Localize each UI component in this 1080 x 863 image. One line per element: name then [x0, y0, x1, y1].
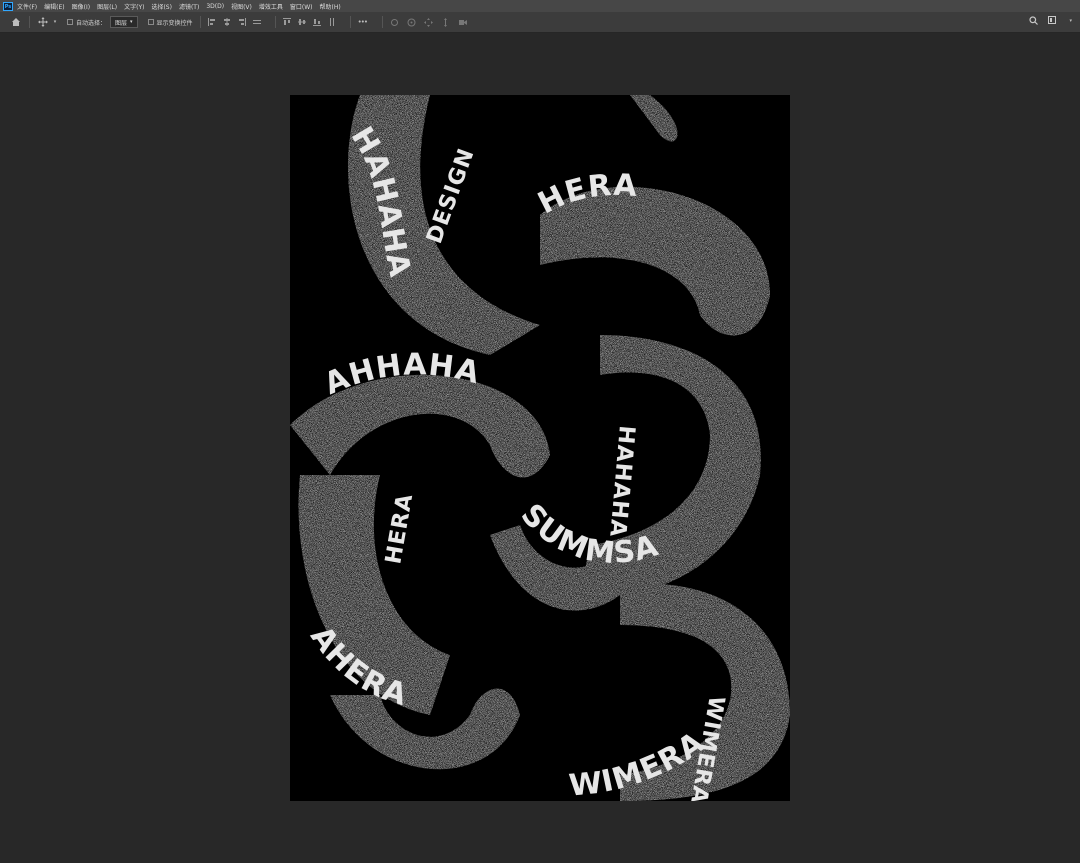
3d-scale-icon[interactable] [458, 18, 467, 27]
align-right-icon[interactable] [238, 18, 246, 26]
3d-pan-icon[interactable] [423, 17, 433, 27]
menu-view[interactable]: 视图(V) [231, 2, 252, 11]
search-icon[interactable] [1029, 16, 1039, 25]
auto-select-target-dropdown[interactable]: 图层 ▾ [110, 16, 138, 28]
artwork: HAHAHA HERA AHHAHA SUMMSA AHERA WIMERA D… [290, 95, 790, 801]
menu-plugins[interactable]: 增效工具 [259, 2, 283, 11]
menu-window[interactable]: 窗口(W) [290, 2, 313, 11]
menu-type[interactable]: 文字(Y) [124, 2, 144, 11]
menu-help[interactable]: 帮助(H) [320, 2, 341, 11]
auto-select-label: 自动选择： [76, 19, 107, 27]
menu-image[interactable]: 图像(I) [72, 2, 90, 11]
artwork-text-7: DESIGN [422, 145, 480, 247]
options-bar: ▾ 自动选择： 图层 ▾ 显示变换控件 ••• ▾ [0, 12, 1080, 33]
show-transform-label: 显示变换控件 [156, 19, 193, 27]
align-middle-v-icon[interactable] [297, 18, 306, 26]
divider [349, 16, 351, 28]
move-tool-icon[interactable] [37, 16, 49, 28]
menu-file[interactable]: 文件(F) [17, 2, 37, 11]
auto-select-checkbox[interactable]: 自动选择： [67, 18, 106, 27]
menu-select[interactable]: 选择(S) [151, 2, 172, 11]
artwork-text-9: HERA [381, 491, 418, 566]
document-canvas[interactable]: HAHAHA HERA AHHAHA SUMMSA AHERA WIMERA D… [290, 95, 790, 801]
align-center-h-icon[interactable] [223, 18, 231, 26]
more-options-icon[interactable]: ••• [358, 18, 368, 26]
menu-bar: Ps 文件(F) 编辑(E) 图像(I) 图层(L) 文字(Y) 选择(S) 滤… [0, 0, 1080, 12]
auto-select-target-value: 图层 [115, 19, 128, 27]
checkbox-box [147, 19, 154, 25]
menu-filter[interactable]: 滤镜(T) [179, 2, 199, 11]
checkbox-box [67, 19, 73, 25]
home-icon[interactable] [10, 16, 22, 28]
align-bottom-icon[interactable] [312, 18, 321, 26]
menu-edit[interactable]: 编辑(E) [44, 2, 64, 11]
align-top-icon[interactable] [282, 18, 291, 26]
divider [381, 16, 383, 28]
distribute-h-icon[interactable] [252, 18, 261, 26]
right-tools: ▾ [1029, 16, 1072, 25]
show-transform-checkbox[interactable]: 显示变换控件 [147, 18, 193, 27]
photoshop-logo: Ps [3, 1, 13, 11]
3d-roll-icon[interactable] [407, 18, 416, 27]
3d-rotate-icon[interactable] [390, 18, 399, 27]
3d-slide-icon[interactable] [441, 17, 450, 27]
align-left-icon[interactable] [207, 18, 216, 26]
workspace-icon[interactable] [1048, 16, 1059, 25]
divider [29, 16, 30, 28]
chevron-down-icon[interactable]: ▾ [51, 16, 59, 28]
distribute-v-icon[interactable] [328, 18, 336, 26]
menu-3d[interactable]: 3D(D) [206, 3, 224, 10]
menu-layer[interactable]: 图层(L) [97, 2, 117, 11]
chevron-down-icon[interactable]: ▾ [1069, 18, 1072, 24]
divider [199, 16, 201, 28]
divider [274, 16, 276, 28]
artwork-text-8: HAHAHA [604, 424, 639, 538]
chevron-down-icon: ▾ [130, 19, 133, 25]
